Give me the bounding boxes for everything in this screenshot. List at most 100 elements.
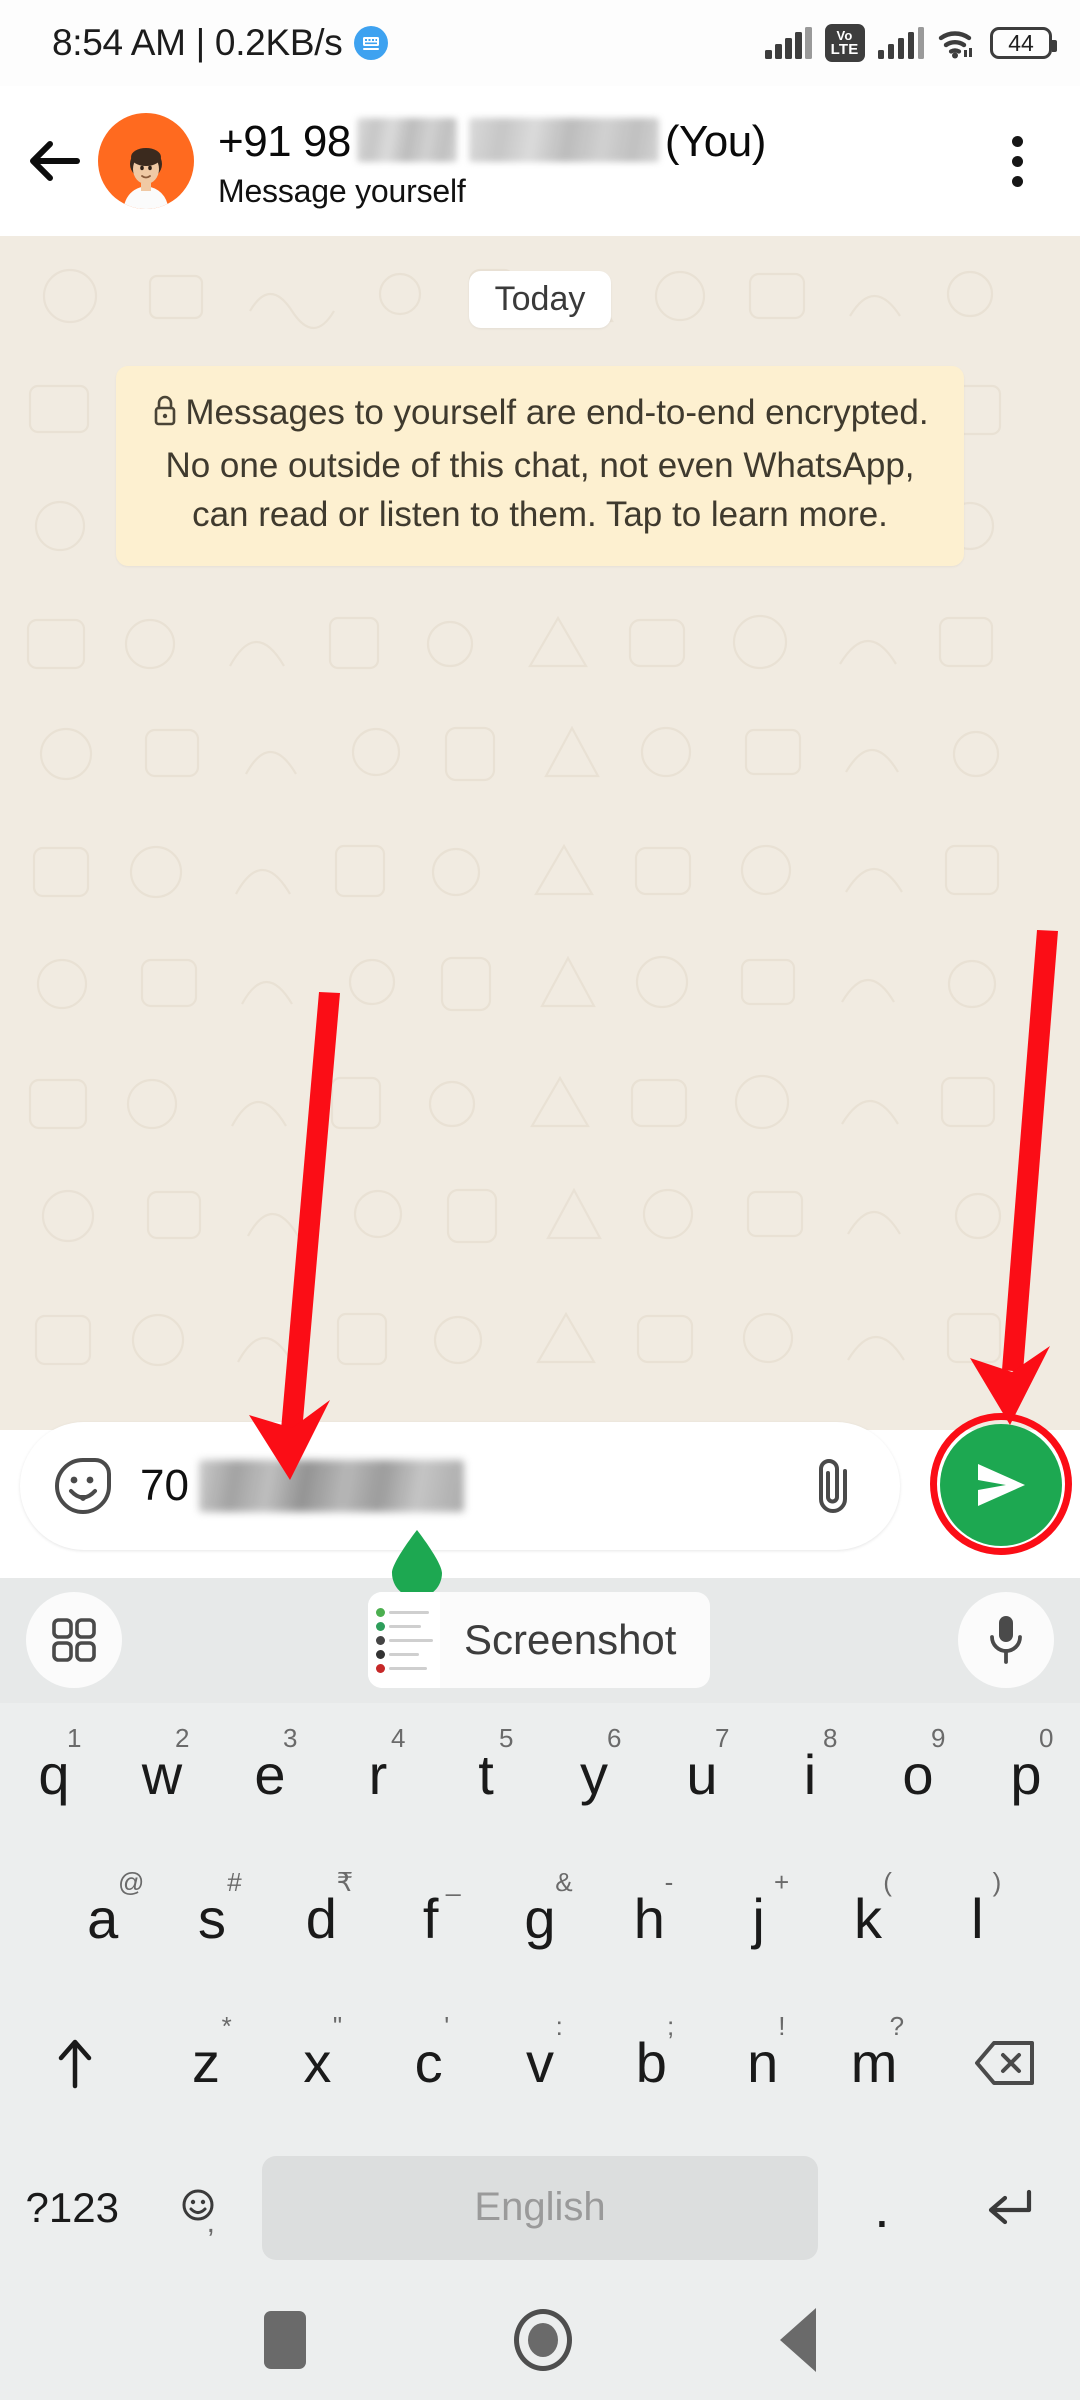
back-arrow-icon[interactable] [18, 124, 92, 198]
key-sup-label: : [555, 2011, 563, 2041]
avatar[interactable] [98, 113, 194, 209]
period-key-label: . [874, 2176, 890, 2239]
key-x[interactable]: x " [262, 1991, 373, 2135]
key-i[interactable]: i8 [756, 1703, 864, 1847]
key-main-label: o [902, 1743, 934, 1806]
emoji-key-sup: , [206, 2205, 215, 2239]
keyboard-row-1: q1w2e3r4t5y6u7i8o9p0 [0, 1703, 1080, 1847]
signal-bars-secondary-icon [877, 27, 924, 59]
key-z[interactable]: z * [150, 1991, 261, 2135]
key-l[interactable]: l) [923, 1847, 1032, 1991]
keyboard-suggestion-bar: Screenshot [0, 1578, 1080, 1703]
period-key[interactable]: . [828, 2136, 935, 2280]
key-main-label: x [303, 2031, 332, 2094]
key-main-label: i [803, 1743, 817, 1806]
volte-icon: Vo LTE [824, 24, 865, 62]
wifi-icon [937, 27, 977, 59]
encryption-notice[interactable]: Messages to yourself are end-to-end encr… [116, 366, 964, 567]
key-main-label: t [478, 1743, 494, 1806]
home-icon[interactable] [514, 2309, 572, 2371]
battery-level-label: 44 [1008, 29, 1034, 56]
message-input-field[interactable]: 70 [20, 1422, 900, 1550]
text-cursor-handle[interactable] [388, 1530, 446, 1598]
page-title: +91 98 (You) [218, 112, 980, 167]
chat-app-bar: +91 98 (You) Message yourself [0, 86, 1080, 236]
key-main-label: l [971, 1887, 984, 1950]
key-e[interactable]: e3 [216, 1703, 324, 1847]
key-sup-label: 2 [174, 1723, 190, 1753]
overflow-menu-icon[interactable] [980, 124, 1054, 198]
encryption-notice-text: Messages to yourself are end-to-end encr… [165, 393, 929, 535]
key-main-label: u [686, 1743, 718, 1806]
key-u[interactable]: u7 [648, 1703, 756, 1847]
key-y[interactable]: y6 [540, 1703, 648, 1847]
sticker-emoji-icon[interactable] [48, 1451, 118, 1521]
key-q[interactable]: q1 [0, 1703, 108, 1847]
key-a[interactable]: a @ [48, 1847, 157, 1991]
key-k[interactable]: k( [813, 1847, 922, 1991]
send-button-highlight-ring [930, 1413, 1072, 1555]
microphone-icon[interactable] [958, 1592, 1054, 1688]
key-main-label: d [305, 1887, 337, 1950]
space-key-label: English [474, 2185, 606, 2229]
keyboard-row-4: ?123 , English . [0, 2135, 1080, 2280]
key-g[interactable]: g & [485, 1847, 594, 1991]
keyboard-row-3: z * x " c ' v: b; n! m? [0, 1991, 1080, 2135]
enter-return-icon[interactable] [935, 2136, 1080, 2280]
key-sup-label: 9 [930, 1723, 946, 1753]
recents-icon[interactable] [264, 2311, 306, 2369]
key-sup-label: # [227, 1867, 242, 1897]
signal-bars-icon [765, 27, 812, 59]
day-chip-label[interactable]: Today [468, 271, 612, 328]
key-d[interactable]: d ₹ [267, 1847, 376, 1991]
clipboard-chip-label: Screenshot [464, 1616, 677, 1663]
key-sup-label: ' [444, 2011, 450, 2041]
grid-apps-icon[interactable] [26, 1592, 122, 1688]
key-main-label: e [254, 1743, 286, 1806]
key-main-label: r [368, 1743, 388, 1806]
key-sup-label: - [664, 1867, 674, 1897]
shift-arrow-icon[interactable] [0, 1991, 150, 2135]
battery-icon: 44 [990, 27, 1057, 59]
key-j[interactable]: j + [704, 1847, 813, 1991]
key-n[interactable]: n! [707, 1991, 818, 2135]
key-h[interactable]: h- [595, 1847, 704, 1991]
key-sup-label: ( [883, 1867, 892, 1897]
key-r[interactable]: r4 [324, 1703, 432, 1847]
symbols-key[interactable]: ?123 [0, 2136, 145, 2280]
volte-line2: LTE [830, 41, 859, 58]
day-separator: Today [0, 271, 1080, 328]
backspace-icon[interactable] [930, 1991, 1080, 2135]
key-o[interactable]: o9 [864, 1703, 972, 1847]
emoji-key[interactable]: , [145, 2136, 252, 2280]
key-p[interactable]: p0 [972, 1703, 1080, 1847]
key-c[interactable]: c ' [373, 1991, 484, 2135]
paperclip-icon[interactable] [800, 1451, 870, 1521]
contact-number-prefix: +91 98 [218, 117, 351, 166]
redacted-number-part-2 [468, 118, 659, 162]
key-main-label: h [633, 1887, 665, 1950]
key-main-label: c [414, 2031, 443, 2094]
key-b[interactable]: b; [596, 1991, 707, 2135]
contact-you-label: (You) [664, 117, 767, 166]
status-bar-left: 8:54 AM | 0.2KB/s [52, 22, 389, 64]
key-main-label: g [524, 1887, 556, 1950]
clipboard-suggestion-chip[interactable]: Screenshot [368, 1592, 711, 1688]
key-sup-label: @ [117, 1867, 145, 1897]
message-input-text[interactable]: 70 [140, 1460, 800, 1512]
key-s[interactable]: s # [157, 1847, 266, 1991]
key-v[interactable]: v: [484, 1991, 595, 2135]
key-t[interactable]: t5 [432, 1703, 540, 1847]
key-w[interactable]: w2 [108, 1703, 216, 1847]
key-f[interactable]: f _ [376, 1847, 485, 1991]
space-key[interactable]: English [261, 2155, 819, 2260]
nav-back-icon[interactable] [780, 2308, 816, 2372]
encryption-notice-wrap: Messages to yourself are end-to-end encr… [0, 366, 1080, 567]
key-m[interactable]: m? [818, 1991, 929, 2135]
chat-title-block[interactable]: +91 98 (You) Message yourself [218, 112, 980, 210]
key-main-label: v [526, 2031, 555, 2094]
symbols-key-label: ?123 [25, 2183, 119, 2231]
key-sup-label: * [221, 2011, 232, 2041]
key-sup-label: 3 [282, 1723, 298, 1753]
key-sup-label: ) [992, 1867, 1002, 1897]
